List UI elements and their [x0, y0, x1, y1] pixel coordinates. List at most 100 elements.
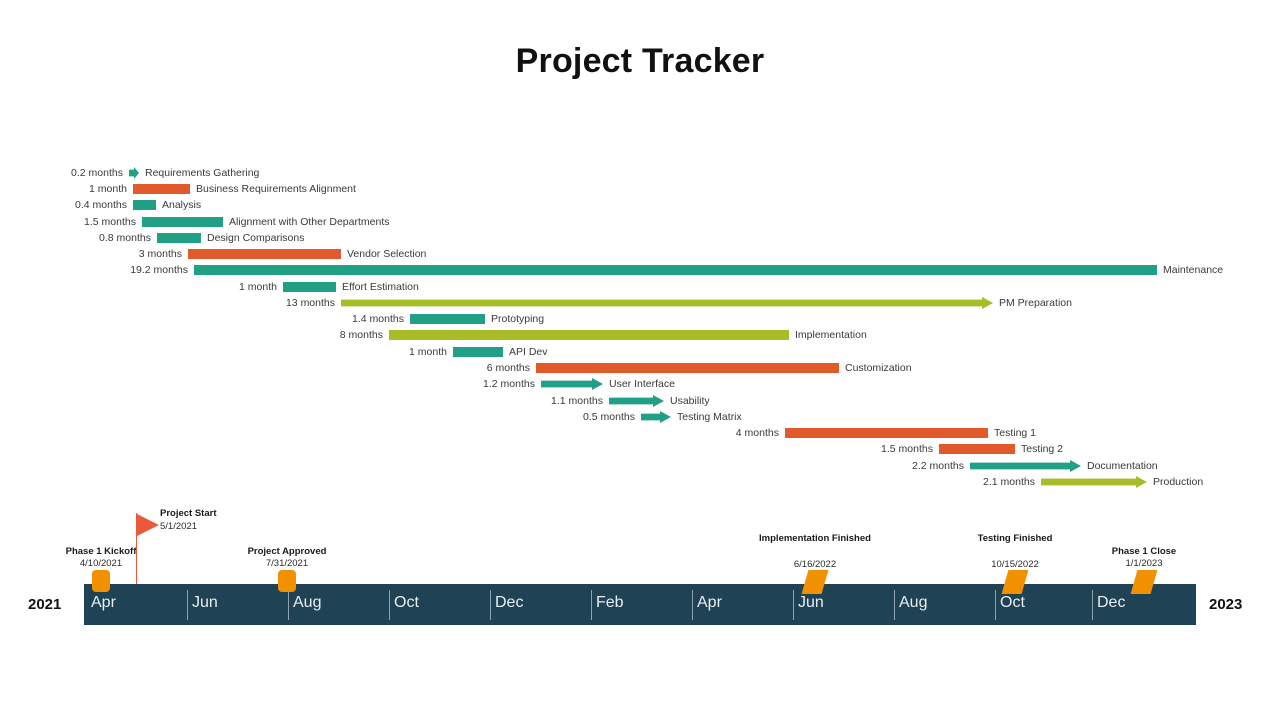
- gantt-chart-canvas: Project Tracker 0.2 months Requirements G…: [0, 0, 1280, 720]
- task-bar[interactable]: [188, 249, 341, 259]
- task-duration-label: 4 months: [735, 427, 779, 439]
- axis-month-label: Feb: [596, 594, 624, 611]
- task-row: 4 months Testing 1: [0, 425, 1280, 441]
- milestone-title: Project Start: [160, 508, 217, 519]
- task-bar[interactable]: [609, 395, 664, 407]
- axis-month-label: Oct: [1000, 594, 1025, 611]
- task-bar[interactable]: [641, 411, 671, 423]
- task-row: 1.2 months User Interface: [0, 376, 1280, 392]
- task-bar[interactable]: [157, 233, 201, 243]
- task-row: 1.1 months Usability: [0, 393, 1280, 409]
- task-name-label: Testing 2: [1021, 443, 1064, 455]
- task-duration-label: 0.8 months: [99, 232, 151, 244]
- task-bar[interactable]: [341, 297, 993, 309]
- task-duration-label: 0.5 months: [583, 411, 635, 423]
- task-bar[interactable]: [453, 347, 503, 357]
- axis-tick: [490, 590, 491, 620]
- task-row: 0.4 months Analysis: [0, 197, 1280, 213]
- task-row: 6 months Customization: [0, 360, 1280, 376]
- task-name-label: Implementation: [795, 329, 867, 341]
- axis-month-label: Apr: [91, 594, 116, 611]
- task-bar[interactable]: [389, 330, 789, 340]
- task-row: 19.2 months Maintenance: [0, 262, 1280, 278]
- task-duration-label: 1 month: [89, 183, 127, 195]
- axis-month-label: Jun: [192, 594, 218, 611]
- task-bar[interactable]: [410, 314, 485, 324]
- task-name-label: Testing Matrix: [677, 411, 742, 423]
- milestone-title: Testing Finished: [977, 533, 1053, 544]
- task-row: 0.2 months Requirements Gathering: [0, 165, 1280, 181]
- task-duration-label: 2.2 months: [912, 460, 964, 472]
- task-bar[interactable]: [1041, 476, 1147, 488]
- task-row: 3 months Vendor Selection: [0, 246, 1280, 262]
- task-bar[interactable]: [541, 378, 603, 390]
- axis-tick: [187, 590, 188, 620]
- task-duration-label: 1 month: [409, 346, 447, 358]
- task-row: 2.1 months Production: [0, 474, 1280, 490]
- axis-tick: [894, 590, 895, 620]
- task-row: 13 months PM Preparation: [0, 295, 1280, 311]
- task-bar[interactable]: [142, 217, 223, 227]
- task-name-label: Requirements Gathering: [145, 167, 260, 179]
- task-duration-label: 3 months: [138, 248, 182, 260]
- axis-tick: [692, 590, 693, 620]
- task-rows-container: 0.2 months Requirements Gathering 1 month B…: [0, 0, 1280, 500]
- milestone-title: Project Approved: [247, 546, 327, 557]
- axis-tick: [995, 590, 996, 620]
- task-name-label: Usability: [670, 395, 710, 407]
- task-row: 1.5 months Testing 2: [0, 441, 1280, 457]
- milestone-title: Phase 1 Kickoff: [65, 546, 137, 557]
- axis-month-label: Jun: [798, 594, 824, 611]
- task-bar[interactable]: [133, 184, 190, 194]
- milestone-flag-icon[interactable]: [137, 514, 159, 536]
- axis-month-label: Oct: [394, 594, 419, 611]
- task-bar[interactable]: [970, 460, 1081, 472]
- task-duration-label: 13 months: [285, 297, 335, 309]
- task-name-label: Business Requirements Alignment: [196, 183, 356, 195]
- task-row: 1 month Business Requirements Alignment: [0, 181, 1280, 197]
- milestone-date: 6/16/2022: [793, 559, 837, 570]
- task-name-label: Documentation: [1087, 460, 1158, 472]
- task-row: 1 month Effort Estimation: [0, 279, 1280, 295]
- task-bar[interactable]: [133, 200, 156, 210]
- task-row: 1.5 months Alignment with Other Departmen…: [0, 214, 1280, 230]
- milestone-date: 5/1/2021: [160, 521, 197, 532]
- task-bar[interactable]: [129, 167, 139, 179]
- task-row: 0.8 months Design Comparisons: [0, 230, 1280, 246]
- task-name-label: Maintenance: [1163, 264, 1224, 276]
- task-row: 0.5 months Testing Matrix: [0, 409, 1280, 425]
- task-name-label: Alignment with Other Departments: [229, 216, 390, 228]
- task-duration-label: 0.2 months: [71, 167, 123, 179]
- task-bar[interactable]: [785, 428, 988, 438]
- task-bar[interactable]: [194, 265, 1157, 275]
- axis-month-label: Dec: [495, 594, 524, 611]
- task-duration-label: 1.5 months: [881, 443, 933, 455]
- task-name-label: API Dev: [509, 346, 548, 358]
- task-name-label: Prototyping: [491, 313, 545, 325]
- axis-tick: [793, 590, 794, 620]
- task-name-label: PM Preparation: [999, 297, 1072, 309]
- axis-tick: [389, 590, 390, 620]
- axis-month-label: Aug: [899, 594, 928, 611]
- axis-month-label: Dec: [1097, 594, 1126, 611]
- task-bar[interactable]: [283, 282, 336, 292]
- task-row: 8 months Implementation: [0, 327, 1280, 343]
- task-duration-label: 2.1 months: [983, 476, 1035, 488]
- axis-month-label: Apr: [697, 594, 722, 611]
- task-name-label: Analysis: [162, 199, 202, 211]
- task-duration-label: 1.2 months: [483, 378, 535, 390]
- milestone-date: 7/31/2021: [265, 558, 309, 569]
- milestone-date: 4/10/2021: [79, 558, 123, 569]
- task-name-label: Testing 1: [994, 427, 1037, 439]
- task-bar[interactable]: [536, 363, 839, 373]
- axis-year-end: 2023: [1209, 596, 1243, 613]
- task-bar[interactable]: [939, 444, 1015, 454]
- axis-tick: [591, 590, 592, 620]
- task-duration-label: 19.2 months: [130, 264, 188, 276]
- task-row: 1.4 months Prototyping: [0, 311, 1280, 327]
- milestone-title: Implementation Finished: [759, 533, 871, 544]
- task-duration-label: 0.4 months: [75, 199, 127, 211]
- milestone-title: Phase 1 Close: [1111, 546, 1177, 557]
- milestone-marker-square[interactable]: [278, 570, 296, 592]
- milestone-marker-square[interactable]: [92, 570, 110, 592]
